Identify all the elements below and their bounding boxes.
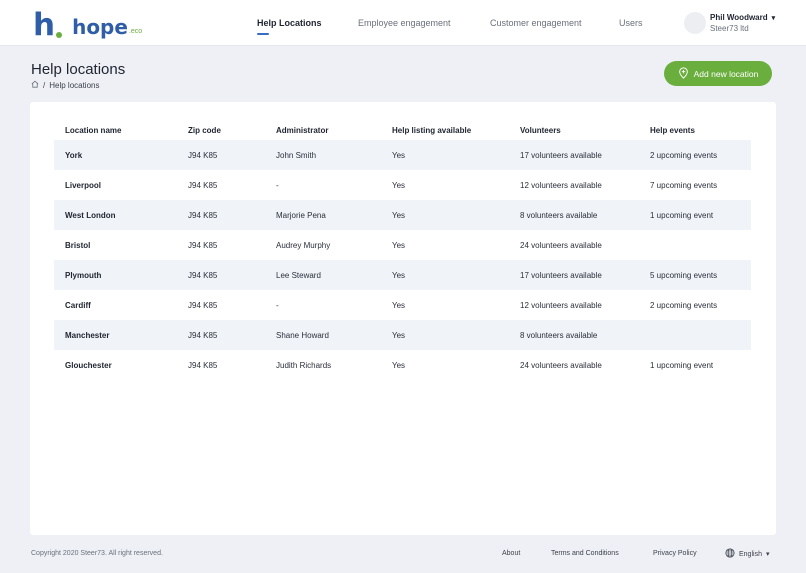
cell-help-events: 2 upcoming events <box>650 150 718 160</box>
nav-employee-engagement-label: Employee engagement <box>358 18 451 28</box>
cell-help-listing: Yes <box>392 360 406 370</box>
cell-volunteers: 8 volunteers available <box>520 210 598 220</box>
cell-help-listing: Yes <box>392 330 406 340</box>
table-row[interactable]: Bristol J94 K85 Audrey Murphy Yes 24 vol… <box>54 230 751 260</box>
table-row[interactable]: Glouchester J94 K85 Judith Richards Yes … <box>54 350 751 380</box>
cell-administrator: Judith Richards <box>276 360 332 370</box>
table-row[interactable]: Cardiff J94 K85 - Yes 12 volunteers avai… <box>54 290 751 320</box>
cell-volunteers: 24 volunteers available <box>520 360 602 370</box>
cell-administrator: - <box>276 180 279 190</box>
nav-employee-engagement[interactable]: Employee engagement <box>358 0 451 46</box>
breadcrumb-separator: / <box>43 80 46 90</box>
table-row[interactable]: York J94 K85 John Smith Yes 17 volunteer… <box>54 140 751 170</box>
cell-zip-code: J94 K85 <box>188 210 218 220</box>
chevron-down-icon: ▾ <box>771 15 776 22</box>
column-header-volunteers[interactable]: Volunteers <box>520 126 650 135</box>
cell-help-listing: Yes <box>392 180 406 190</box>
language-label: English <box>739 550 762 558</box>
cell-help-listing: Yes <box>392 270 406 280</box>
cell-help-listing: Yes <box>392 240 406 250</box>
footer-copyright: Copyright 2020 Steer73. All right reserv… <box>31 550 163 557</box>
locations-card: Location name Zip code Administrator Hel… <box>30 102 776 535</box>
avatar[interactable] <box>684 12 706 34</box>
column-header-help-events[interactable]: Help events <box>650 126 751 135</box>
cell-administrator: Audrey Murphy <box>276 240 331 250</box>
logo-dot <box>56 32 63 38</box>
footer-link-terms[interactable]: Terms and Conditions <box>551 550 619 557</box>
nav-customer-engagement-label: Customer engagement <box>490 18 582 28</box>
cell-help-listing: Yes <box>392 210 406 220</box>
cell-location-name: Liverpool <box>65 180 102 190</box>
cell-help-events: 1 upcoming event <box>650 360 714 370</box>
table-row[interactable]: Plymouth J94 K85 Lee Steward Yes 17 volu… <box>54 260 751 290</box>
footer-link-about[interactable]: About <box>502 550 520 557</box>
footer-link-privacy[interactable]: Privacy Policy <box>653 550 697 557</box>
cell-help-events: 7 upcoming events <box>650 180 718 190</box>
cell-volunteers: 12 volunteers available <box>520 180 602 190</box>
location-plus-icon <box>678 66 689 81</box>
cell-zip-code: J94 K85 <box>188 300 218 310</box>
cell-location-name: Bristol <box>65 240 91 250</box>
column-header-help-listing[interactable]: Help listing available <box>392 126 520 135</box>
table-row[interactable]: West London J94 K85 Marjorie Pena Yes 8 … <box>54 200 751 230</box>
cell-location-name: West London <box>65 210 116 220</box>
nav-users[interactable]: Users <box>619 0 643 46</box>
nav-users-label: Users <box>619 18 643 28</box>
cell-zip-code: J94 K85 <box>188 360 218 370</box>
table-row[interactable]: Liverpool J94 K85 - Yes 12 volunteers av… <box>54 170 751 200</box>
cell-zip-code: J94 K85 <box>188 330 218 340</box>
add-new-location-button[interactable]: Add new location <box>664 61 772 86</box>
column-header-administrator[interactable]: Administrator <box>276 126 392 135</box>
home-icon[interactable] <box>31 80 39 90</box>
user-name: Phil Woodward <box>710 13 768 22</box>
nav-help-locations[interactable]: Help Locations <box>257 0 322 46</box>
cell-volunteers: 24 volunteers available <box>520 240 602 250</box>
cell-location-name: Plymouth <box>65 270 102 280</box>
top-navigation-bar: h hope .eco Help Locations Employee enga… <box>0 0 806 46</box>
page-title: Help locations <box>31 61 126 78</box>
cell-administrator: - <box>276 300 279 310</box>
cell-administrator: John Smith <box>276 150 317 160</box>
cell-administrator: Shane Howard <box>276 330 329 340</box>
add-new-location-label: Add new location <box>693 68 759 79</box>
cell-help-listing: Yes <box>392 150 406 160</box>
cell-help-events: 5 upcoming events <box>650 270 718 280</box>
active-tab-indicator <box>257 33 269 35</box>
logo-mark: h <box>33 7 56 43</box>
user-menu[interactable]: Phil Woodward ▾ <box>710 13 775 22</box>
cell-volunteers: 17 volunteers available <box>520 270 602 280</box>
chevron-down-icon: ▾ <box>765 551 770 558</box>
cell-help-events: 2 upcoming events <box>650 300 718 310</box>
column-header-zip-code[interactable]: Zip code <box>188 126 276 135</box>
breadcrumb-current: Help locations <box>49 80 100 90</box>
table-row[interactable]: Manchester J94 K85 Shane Howard Yes 8 vo… <box>54 320 751 350</box>
cell-administrator: Marjorie Pena <box>276 210 326 220</box>
cell-location-name: York <box>65 150 83 160</box>
cell-location-name: Glouchester <box>65 360 112 370</box>
cell-help-listing: Yes <box>392 300 406 310</box>
cell-location-name: Manchester <box>65 330 110 340</box>
cell-zip-code: J94 K85 <box>188 240 218 250</box>
globe-icon <box>725 548 735 560</box>
cell-zip-code: J94 K85 <box>188 180 218 190</box>
cell-zip-code: J94 K85 <box>188 270 218 280</box>
nav-help-locations-label: Help Locations <box>257 18 322 28</box>
cell-help-events: 1 upcoming event <box>650 210 714 220</box>
cell-location-name: Cardiff <box>65 300 91 310</box>
breadcrumb: / Help locations <box>31 80 99 90</box>
user-organization: Steer73 ltd <box>710 24 749 33</box>
cell-volunteers: 17 volunteers available <box>520 150 602 160</box>
table-header: Location name Zip code Administrator Hel… <box>54 120 751 140</box>
column-header-location-name[interactable]: Location name <box>54 126 188 135</box>
locations-table: Location name Zip code Administrator Hel… <box>54 120 751 380</box>
cell-zip-code: J94 K85 <box>188 150 218 160</box>
logo-wordmark: hope <box>72 15 128 39</box>
cell-volunteers: 8 volunteers available <box>520 330 598 340</box>
language-selector[interactable]: English ▾ <box>725 548 769 560</box>
cell-administrator: Lee Steward <box>276 270 321 280</box>
nav-customer-engagement[interactable]: Customer engagement <box>490 0 582 46</box>
logo-suffix: .eco <box>128 28 143 35</box>
hope-logo[interactable]: h hope .eco <box>33 7 143 43</box>
cell-volunteers: 12 volunteers available <box>520 300 602 310</box>
